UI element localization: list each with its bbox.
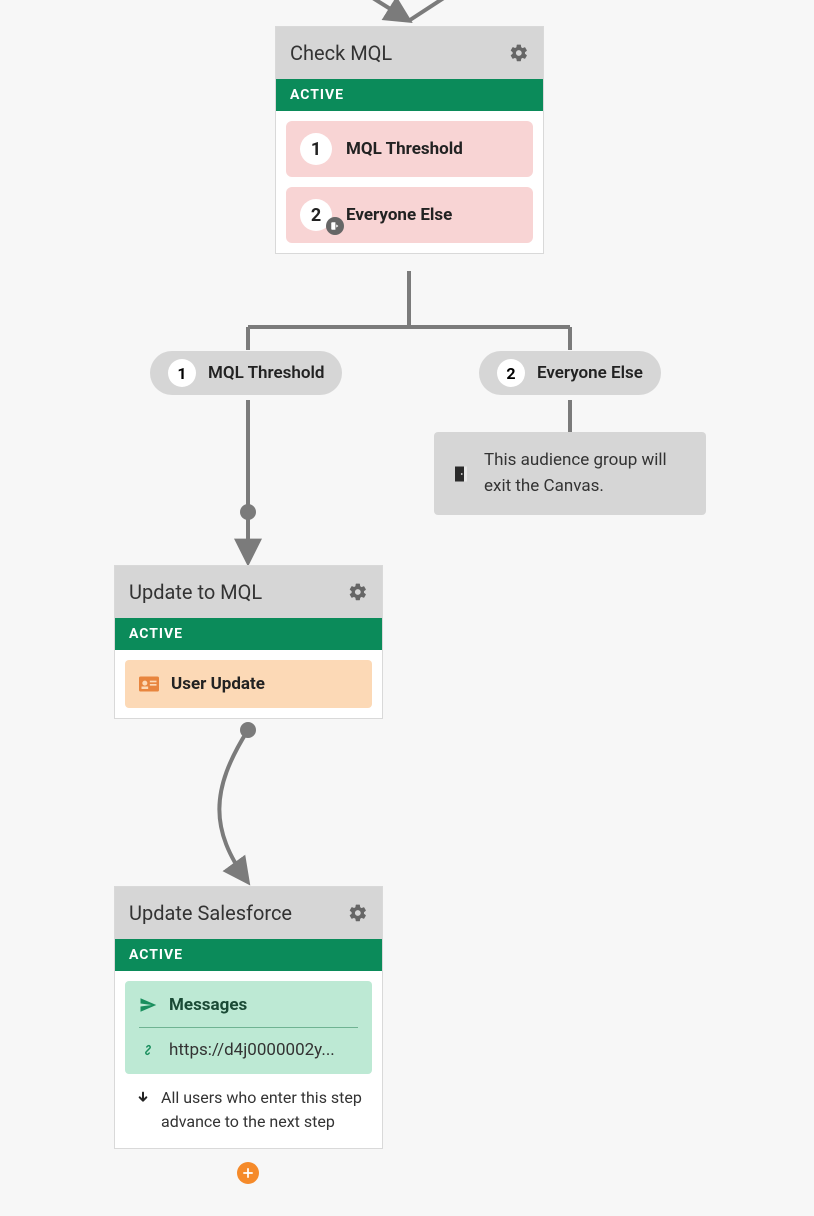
gear-icon[interactable] — [509, 43, 529, 63]
paper-plane-icon — [139, 996, 157, 1014]
node-body: Messages https://d4j0000002y... All user… — [115, 971, 382, 1148]
add-step-button[interactable] — [237, 1162, 259, 1184]
path-label: Everyone Else — [346, 205, 452, 225]
action-label: User Update — [171, 674, 265, 694]
node-header: Update Salesforce — [115, 887, 382, 939]
node-title: Update to MQL — [129, 580, 262, 604]
advance-note-text: All users who enter this step advance to… — [161, 1086, 362, 1134]
path-label: MQL Threshold — [346, 139, 463, 159]
messages-url: https://d4j0000002y... — [169, 1040, 335, 1060]
branch-pill-mql-threshold[interactable]: 1 MQL Threshold — [150, 351, 342, 395]
pill-label: MQL Threshold — [208, 363, 324, 383]
path-number: 1 — [300, 133, 332, 165]
node-body: 1 MQL Threshold 2 Everyone Else — [276, 111, 543, 253]
exit-badge-icon — [326, 217, 344, 235]
connector-dot — [240, 722, 256, 738]
exit-panel: This audience group will exit the Canvas… — [434, 432, 706, 515]
door-exit-icon — [452, 463, 470, 485]
node-update-salesforce[interactable]: Update Salesforce ACTIVE Messages https:… — [114, 886, 383, 1149]
node-header: Update to MQL — [115, 566, 382, 618]
pill-number: 2 — [497, 359, 525, 387]
connector-dot — [240, 504, 256, 520]
action-user-update[interactable]: User Update — [125, 660, 372, 708]
pill-label: Everyone Else — [537, 363, 643, 383]
link-icon — [139, 1041, 157, 1059]
gear-icon[interactable] — [348, 903, 368, 923]
gear-icon[interactable] — [348, 582, 368, 602]
node-header: Check MQL — [276, 27, 543, 79]
node-body: User Update — [115, 650, 382, 718]
node-check-mql[interactable]: Check MQL ACTIVE 1 MQL Threshold 2 Every… — [275, 26, 544, 254]
messages-block[interactable]: Messages https://d4j0000002y... — [125, 981, 372, 1074]
node-update-to-mql[interactable]: Update to MQL ACTIVE User Update — [114, 565, 383, 719]
plus-icon — [241, 1166, 255, 1180]
messages-header: Messages — [139, 995, 358, 1028]
messages-link-row[interactable]: https://d4j0000002y... — [139, 1040, 358, 1060]
node-title: Check MQL — [290, 41, 392, 65]
node-status: ACTIVE — [115, 618, 382, 650]
advance-note-row: All users who enter this step advance to… — [125, 1074, 372, 1138]
exit-text: This audience group will exit the Canvas… — [484, 448, 688, 499]
node-status: ACTIVE — [276, 79, 543, 111]
pill-number: 1 — [168, 359, 196, 387]
node-status: ACTIVE — [115, 939, 382, 971]
path-row-everyone-else[interactable]: 2 Everyone Else — [286, 187, 533, 243]
arrow-down-icon — [135, 1090, 151, 1106]
messages-label: Messages — [169, 995, 247, 1015]
path-row-mql-threshold[interactable]: 1 MQL Threshold — [286, 121, 533, 177]
node-title: Update Salesforce — [129, 901, 292, 925]
id-card-icon — [139, 676, 159, 692]
branch-pill-everyone-else[interactable]: 2 Everyone Else — [479, 351, 661, 395]
